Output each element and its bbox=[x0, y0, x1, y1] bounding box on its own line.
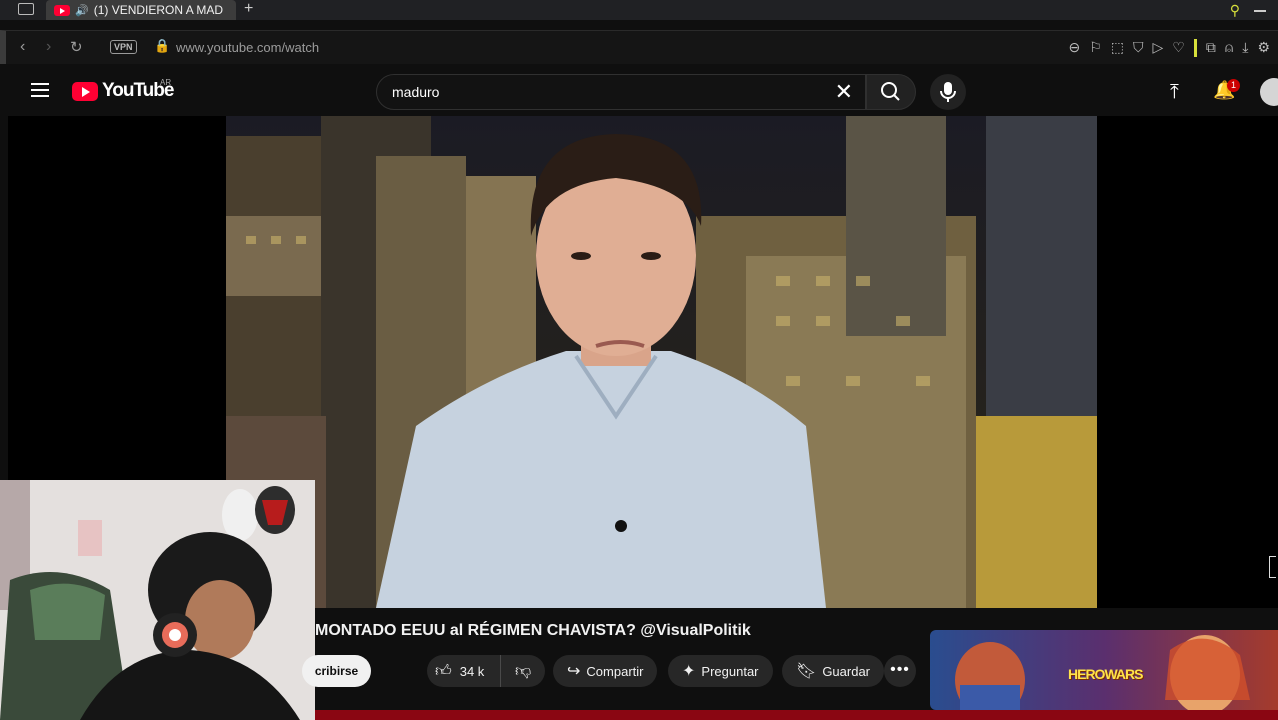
upload-icon[interactable]: ⤒ bbox=[1170, 81, 1179, 104]
ad-brand-logo: HEROWARS bbox=[1068, 666, 1143, 682]
url-field[interactable]: www.youtube.com/watch bbox=[176, 40, 319, 55]
search-icon bbox=[881, 82, 900, 101]
webcam-overlay bbox=[0, 480, 315, 720]
browser-tab-strip: 🔊 (1) VENDIERON A MAD + ⚲ bbox=[0, 0, 1278, 20]
minimize-button[interactable] bbox=[1254, 10, 1266, 12]
settings-icon[interactable]: ⚙ bbox=[1257, 39, 1270, 57]
youtube-favicon-icon bbox=[54, 4, 70, 16]
microphone-icon bbox=[940, 82, 956, 102]
notification-badge: 1 bbox=[1227, 79, 1240, 92]
bookmark-icon: 🔖︎ bbox=[796, 663, 817, 680]
youtube-logo[interactable]: YouTube AR bbox=[72, 78, 174, 102]
search-box: ✕ bbox=[376, 74, 866, 110]
streamer-image bbox=[0, 480, 315, 720]
save-label: Guardar bbox=[822, 663, 871, 679]
video-title: MONTADO EEUU al RÉGIMEN CHAVISTA? @Visua… bbox=[315, 622, 751, 639]
dislike-button[interactable]: 👎︎ bbox=[507, 662, 531, 681]
ask-button[interactable]: ✦ Preguntar bbox=[668, 655, 773, 687]
video-frame[interactable] bbox=[226, 116, 1097, 608]
share-icon: ↪ bbox=[567, 663, 581, 680]
like-dislike-group: 👍︎ 34 k 👎︎ bbox=[427, 655, 545, 687]
video-thumbnail-image bbox=[226, 116, 1097, 608]
bottom-banner-edge bbox=[315, 710, 1278, 720]
search-icon[interactable]: ⚲ bbox=[1230, 2, 1240, 19]
subscribe-button[interactable]: cribirse bbox=[302, 655, 371, 687]
search-input[interactable] bbox=[390, 83, 814, 101]
new-tab-button[interactable]: + bbox=[244, 0, 253, 18]
extensions-icon[interactable]: ⧉ bbox=[1206, 39, 1216, 57]
clear-search-icon[interactable]: ✕ bbox=[835, 79, 853, 105]
lock-icon[interactable]: 🔒 bbox=[154, 38, 170, 54]
ad-banner[interactable]: HEROWARS bbox=[930, 630, 1278, 710]
youtube-play-icon bbox=[72, 81, 98, 101]
search-button[interactable] bbox=[866, 74, 916, 110]
thumbs-up-icon: 👍︎ bbox=[435, 662, 452, 680]
share-button[interactable]: ↪ Compartir bbox=[553, 655, 658, 687]
voice-search-button[interactable] bbox=[930, 74, 966, 110]
tab-title: (1) VENDIERON A MAD bbox=[93, 3, 224, 17]
sparkle-icon: ✦ bbox=[682, 663, 696, 680]
ask-label: Preguntar bbox=[701, 663, 759, 679]
profile-icon[interactable]: ⍝ bbox=[1225, 39, 1233, 57]
fullscreen-edge-icon[interactable] bbox=[1269, 556, 1276, 578]
pin-icon[interactable]: ⚐ bbox=[1089, 39, 1102, 57]
menu-icon[interactable] bbox=[31, 83, 49, 101]
thumbs-down-icon: 👎︎ bbox=[515, 662, 532, 680]
play-icon[interactable]: ▷ bbox=[1152, 39, 1163, 57]
youtube-header: YouTube AR ✕ ⤒ 🔔 1 bbox=[0, 66, 1278, 116]
vpn-badge[interactable]: VPN bbox=[110, 40, 137, 54]
reload-icon[interactable]: ↻ bbox=[70, 38, 83, 56]
download-icon[interactable]: ⤓ bbox=[1242, 39, 1248, 57]
shield-icon[interactable]: ⛉ bbox=[1133, 39, 1144, 57]
speaker-icon[interactable]: 🔊 bbox=[75, 4, 89, 17]
zoom-out-icon[interactable]: ⊖ bbox=[1068, 39, 1080, 57]
tab-manager-icon[interactable] bbox=[18, 3, 34, 15]
like-button[interactable]: 👍︎ 34 k bbox=[427, 655, 501, 687]
more-actions-button[interactable]: ••• bbox=[884, 655, 916, 687]
screenshot-icon[interactable]: ⬚ bbox=[1111, 39, 1124, 57]
like-count: 34 k bbox=[459, 663, 485, 679]
save-button[interactable]: 🔖︎ Guardar bbox=[782, 655, 885, 687]
extension-toolbar: ⊖ ⚐ ⬚ ⛉ ▷ ♡ ⧉ ⍝ ⤓ ⚙ bbox=[1068, 39, 1270, 57]
forward-icon[interactable]: › bbox=[46, 38, 51, 56]
address-bar: ‹ › ↻ VPN 🔒 www.youtube.com/watch ⊖ ⚐ ⬚ … bbox=[0, 30, 1278, 64]
country-code: AR bbox=[160, 78, 172, 87]
browser-tab-active[interactable]: 🔊 (1) VENDIERON A MAD bbox=[46, 0, 236, 20]
avatar[interactable] bbox=[1260, 78, 1278, 106]
toolbar-divider bbox=[1193, 39, 1197, 57]
back-icon[interactable]: ‹ bbox=[20, 38, 25, 56]
share-label: Compartir bbox=[586, 663, 644, 679]
heart-icon[interactable]: ♡ bbox=[1172, 39, 1185, 57]
